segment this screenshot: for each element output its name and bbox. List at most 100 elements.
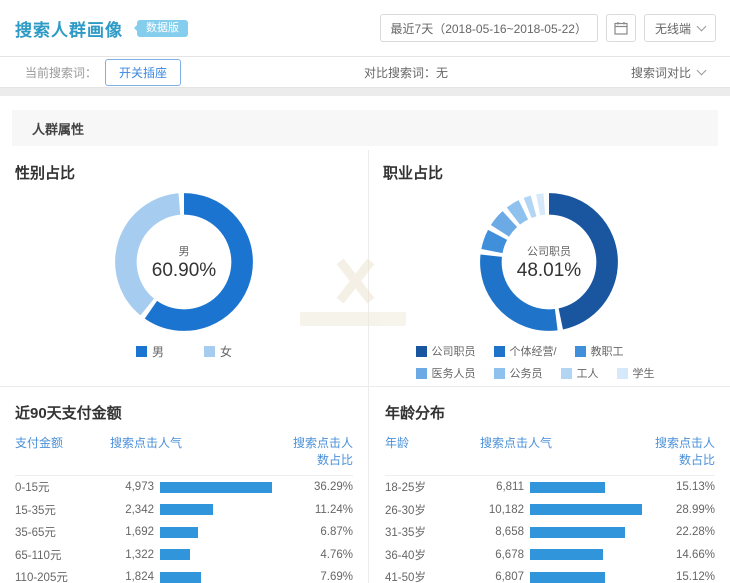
row-value: 6,811 bbox=[480, 481, 530, 493]
table-row: 110-205元1,824 7.69% bbox=[15, 566, 353, 583]
section-title: 人群属性 bbox=[12, 110, 718, 146]
header-controls: 最近7天（2018-05-16~2018-05-22） 无线端 bbox=[380, 14, 716, 42]
row-label: 0-15元 bbox=[15, 479, 110, 495]
table-row: 41-50岁6,80715.12% bbox=[385, 566, 715, 583]
column-header: 搜索点击人数占比 bbox=[647, 434, 715, 468]
row-label: 110-205元 bbox=[15, 569, 110, 583]
row-label: 15-35元 bbox=[15, 502, 110, 518]
page-title: 搜索人群画像 bbox=[15, 16, 123, 41]
value-bar bbox=[530, 572, 605, 583]
age-table-panel: 年龄分布 年龄 搜索点击人气 搜索点击人数占比 18-25岁6,81115.13… bbox=[368, 387, 730, 583]
compare-term-text: 对比搜索词：无 bbox=[181, 64, 631, 81]
legend-label: 医务人员 bbox=[432, 365, 476, 381]
column-header: 支付金额 bbox=[15, 434, 110, 468]
row-label: 31-35岁 bbox=[385, 524, 480, 540]
value-bar bbox=[160, 504, 213, 515]
row-value: 8,658 bbox=[480, 526, 530, 538]
bar-cell bbox=[530, 504, 647, 515]
bar-cell bbox=[530, 482, 647, 493]
bar-cell bbox=[160, 504, 285, 515]
row-label: 41-50岁 bbox=[385, 569, 480, 583]
legend-label: 公务员 bbox=[510, 365, 543, 381]
terminal-dropdown-label: 无线端 bbox=[655, 20, 691, 37]
row-value: 6,678 bbox=[480, 549, 530, 561]
occupation-chart-panel: 职业占比 公司职员 48.01% 公司职员个体经营/教职工医务人员公务员工人学生 bbox=[368, 146, 730, 386]
value-bar bbox=[160, 527, 198, 538]
calendar-icon bbox=[614, 21, 628, 35]
row-percent: 7.69% bbox=[285, 571, 353, 583]
legend-swatch bbox=[136, 346, 147, 357]
legend-item[interactable]: 医务人员 bbox=[416, 365, 476, 381]
gender-donut-chart: 男 60.90% bbox=[109, 187, 259, 337]
legend-swatch bbox=[561, 368, 572, 379]
row-percent: 6.87% bbox=[285, 526, 353, 538]
title-badge[interactable]: 数据版 bbox=[137, 20, 188, 37]
bar-cell bbox=[160, 482, 285, 493]
row-value: 1,824 bbox=[110, 571, 160, 583]
value-bar bbox=[530, 482, 605, 493]
row-label: 36-40岁 bbox=[385, 547, 480, 563]
bar-cell bbox=[530, 527, 647, 538]
tables-row: 近90天支付金额 支付金额 搜索点击人气 搜索点击人数占比 0-15元4,973… bbox=[0, 387, 730, 583]
calendar-button[interactable] bbox=[606, 14, 636, 42]
compare-dropdown[interactable]: 搜索词对比 bbox=[631, 64, 705, 81]
legend-item[interactable]: 公务员 bbox=[494, 365, 543, 381]
title-wrap: 搜索人群画像 数据版 bbox=[15, 16, 188, 41]
row-value: 1,322 bbox=[110, 549, 160, 561]
row-value: 4,973 bbox=[110, 481, 160, 493]
payment-table-header: 支付金额 搜索点击人气 搜索点击人数占比 bbox=[15, 434, 353, 476]
row-value: 10,182 bbox=[480, 504, 530, 516]
payment-table-body: 0-15元4,97336.29%15-35元2,34211.24%35-65元1… bbox=[15, 476, 353, 583]
date-range-button[interactable]: 最近7天（2018-05-16~2018-05-22） bbox=[380, 14, 598, 42]
bar-cell bbox=[530, 549, 647, 560]
legend-item[interactable]: 工人 bbox=[561, 365, 599, 381]
row-percent: 14.66% bbox=[647, 549, 715, 561]
row-value: 2,342 bbox=[110, 504, 160, 516]
table-row: 65-110元1,3224.76% bbox=[15, 544, 353, 567]
bar-cell bbox=[160, 527, 285, 538]
legend-item[interactable]: 教职工 bbox=[575, 343, 624, 359]
occupation-legend: 公司职员 个体经营/教职工医务人员 公务员 工人 学生 bbox=[407, 343, 692, 381]
bar-cell bbox=[160, 572, 285, 583]
table-row: 0-15元4,97336.29% bbox=[15, 476, 353, 499]
legend-item[interactable]: 个体经营/ bbox=[494, 343, 557, 359]
table-row: 35-65元1,692 6.87% bbox=[15, 521, 353, 544]
legend-label: 教职工 bbox=[591, 343, 624, 359]
row-label: 35-65元 bbox=[15, 524, 110, 540]
page-divider bbox=[0, 88, 730, 96]
table-row: 26-30岁10,182 28.99% bbox=[385, 499, 715, 522]
bar-cell bbox=[160, 549, 285, 560]
legend-item[interactable]: 女 bbox=[204, 343, 232, 360]
row-percent: 28.99% bbox=[647, 504, 715, 516]
row-percent: 11.24% bbox=[285, 504, 353, 516]
occupation-donut-chart: 公司职员 48.01% bbox=[474, 187, 624, 337]
filter-bar: 当前搜索词： 开关插座 对比搜索词：无 搜索词对比 bbox=[0, 56, 730, 88]
row-label: 65-110元 bbox=[15, 547, 110, 563]
legend-label: 工人 bbox=[577, 365, 599, 381]
current-term-button[interactable]: 开关插座 bbox=[105, 59, 181, 86]
compare-dropdown-label: 搜索词对比 bbox=[631, 64, 691, 81]
legend-item[interactable]: 男 bbox=[136, 343, 164, 360]
legend-item[interactable]: 学生 bbox=[617, 365, 655, 381]
gender-chart-title: 性别占比 bbox=[0, 146, 368, 183]
legend-swatch bbox=[494, 346, 505, 357]
legend-swatch bbox=[575, 346, 586, 357]
table-row: 31-35岁8,65822.28% bbox=[385, 521, 715, 544]
row-label: 18-25岁 bbox=[385, 479, 480, 495]
row-value: 1,692 bbox=[110, 526, 160, 538]
row-label: 26-30岁 bbox=[385, 502, 480, 518]
legend-label: 女 bbox=[220, 343, 232, 360]
legend-item[interactable]: 公司职员 bbox=[416, 343, 476, 359]
gender-chart-panel: 性别占比 男 60.90% 男 女 bbox=[0, 146, 368, 386]
age-table-header: 年龄 搜索点击人气 搜索点击人数占比 bbox=[385, 434, 715, 476]
payment-table-panel: 近90天支付金额 支付金额 搜索点击人气 搜索点击人数占比 0-15元4,973… bbox=[0, 387, 368, 583]
page: 搜索人群画像 数据版 最近7天（2018-05-16~2018-05-22） 无… bbox=[0, 0, 730, 583]
age-table-body: 18-25岁6,81115.13%26-30岁10,18228.99%31-35… bbox=[385, 476, 715, 583]
column-header: 搜索点击人气 bbox=[480, 434, 647, 468]
value-bar bbox=[530, 527, 625, 538]
legend-swatch bbox=[416, 346, 427, 357]
terminal-dropdown[interactable]: 无线端 bbox=[644, 14, 716, 42]
value-bar bbox=[160, 572, 201, 583]
age-table-title: 年龄分布 bbox=[385, 387, 715, 434]
legend-swatch bbox=[494, 368, 505, 379]
